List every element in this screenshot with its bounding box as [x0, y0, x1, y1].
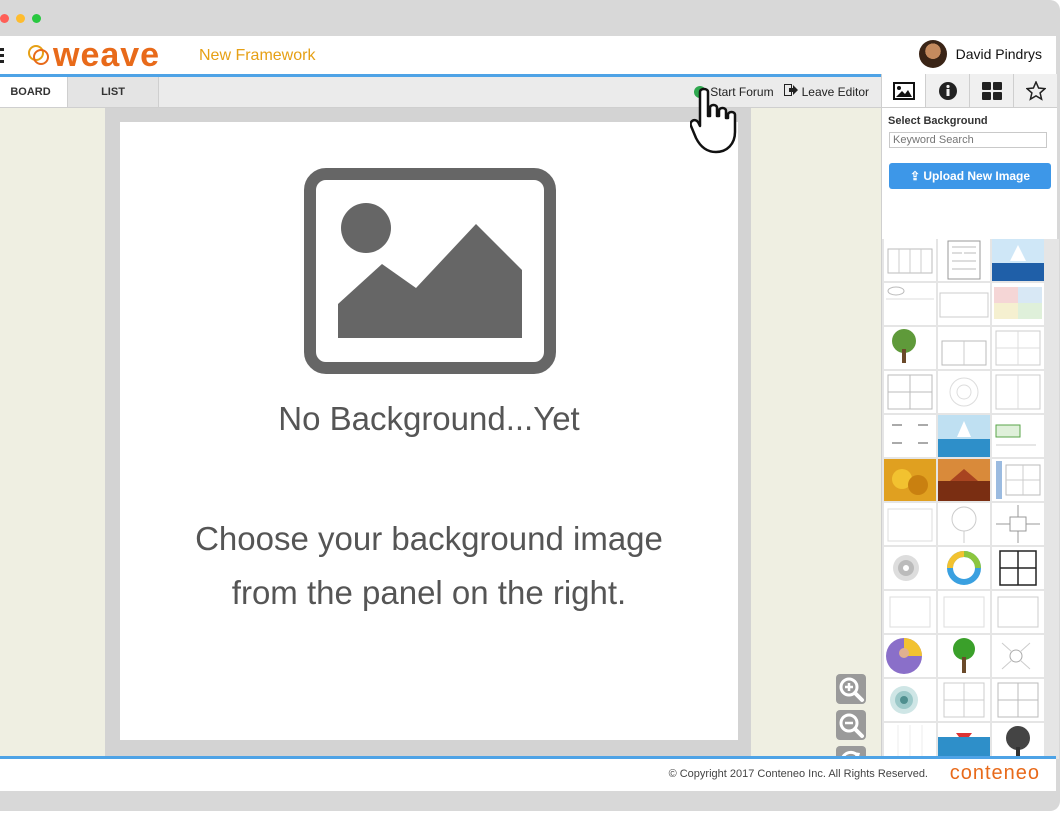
keyword-search-input[interactable] — [889, 132, 1047, 148]
image-icon[interactable] — [882, 74, 926, 107]
thumbnail[interactable] — [884, 371, 936, 413]
empty-state-message: Choose your background image from the pa… — [120, 512, 738, 620]
thumbnail[interactable] — [884, 547, 936, 589]
leave-editor-icon — [783, 84, 798, 99]
thumbnail[interactable] — [884, 679, 936, 721]
panel-tabs — [882, 74, 1057, 108]
thumbnail[interactable] — [938, 283, 990, 325]
empty-state-heading: No Background...Yet — [278, 400, 580, 437]
browser-window: weave New Framework David Pindrys BOARD … — [0, 0, 1060, 811]
menu-icon[interactable] — [0, 48, 4, 63]
thumbnail[interactable] — [938, 327, 990, 369]
leave-editor-button[interactable]: Leave Editor — [802, 85, 869, 99]
thumbnail[interactable] — [938, 239, 990, 281]
upload-icon: ⇪ — [909, 169, 921, 183]
thumbnail[interactable] — [884, 327, 936, 369]
thumbnail[interactable] — [992, 327, 1044, 369]
close-dot[interactable] — [0, 14, 9, 23]
thumbnail[interactable] — [992, 591, 1044, 633]
thumbnail[interactable] — [938, 591, 990, 633]
panel-title: Select Background — [888, 115, 988, 127]
logo-circles-icon — [28, 45, 49, 65]
thumbnail[interactable] — [938, 415, 990, 457]
thumbnail[interactable] — [992, 459, 1044, 501]
maximize-dot[interactable] — [32, 14, 41, 23]
thumbnail[interactable] — [884, 283, 936, 325]
thumbnail[interactable] — [884, 635, 936, 677]
thumbnail[interactable] — [938, 679, 990, 721]
thumbnail[interactable] — [992, 415, 1044, 457]
thumbnail[interactable] — [992, 547, 1044, 589]
thumbnail[interactable] — [884, 503, 936, 545]
thumbnail[interactable] — [938, 371, 990, 413]
thumbnail[interactable] — [992, 283, 1044, 325]
thumbnail[interactable] — [884, 459, 936, 501]
workspace: No Background...Yet Choose your backgrou… — [0, 108, 881, 776]
thumbnail[interactable] — [884, 239, 936, 281]
info-icon[interactable] — [926, 74, 970, 107]
user-name: David Pindrys — [955, 46, 1042, 62]
thumbnail[interactable] — [938, 459, 990, 501]
thumbnail[interactable] — [884, 591, 936, 633]
thumbnail[interactable] — [938, 503, 990, 545]
tab-list[interactable]: LIST — [67, 77, 159, 107]
background-panel: Select Background ⇪ Upload New Image — [881, 74, 1059, 759]
zoom-out-icon[interactable] — [836, 710, 866, 740]
conteneo-logo[interactable]: conteneo — [950, 762, 1040, 785]
thumbnail[interactable] — [992, 635, 1044, 677]
thumbnail[interactable] — [992, 723, 1044, 759]
upload-image-button[interactable]: ⇪ Upload New Image — [889, 163, 1051, 189]
thumbnail[interactable] — [938, 547, 990, 589]
framework-title[interactable]: New Framework — [199, 47, 315, 65]
header: weave New Framework David Pindrys — [0, 36, 1056, 77]
grid-icon[interactable] — [970, 74, 1014, 107]
canvas-frame: No Background...Yet Choose your backgrou… — [105, 108, 751, 756]
tab-board[interactable]: BOARD — [0, 77, 67, 107]
zoom-in-icon[interactable] — [836, 674, 866, 704]
copyright-text: © Copyright 2017 Conteneo Inc. All Right… — [668, 768, 928, 780]
thumbnail[interactable] — [938, 723, 990, 759]
thumbnail[interactable] — [884, 415, 936, 457]
app: weave New Framework David Pindrys BOARD … — [0, 36, 1059, 791]
footer: © Copyright 2017 Conteneo Inc. All Right… — [0, 756, 1056, 791]
background-thumbnails — [882, 239, 1059, 759]
thumbnail[interactable] — [992, 371, 1044, 413]
thumbnail[interactable] — [884, 723, 936, 759]
weave-logo[interactable]: weave — [27, 36, 160, 74]
upload-label: Upload New Image — [923, 169, 1031, 183]
user-menu[interactable]: David Pindrys — [918, 40, 1042, 68]
star-icon[interactable] — [1014, 74, 1057, 107]
image-placeholder-icon — [304, 168, 556, 374]
empty-state-line-1: Choose your background image — [195, 520, 663, 557]
pointer-hand-icon — [690, 87, 737, 154]
thumbnail[interactable] — [992, 503, 1044, 545]
avatar — [918, 40, 947, 68]
thumbnail[interactable] — [992, 679, 1044, 721]
empty-state-line-2: from the panel on the right. — [231, 574, 627, 611]
logo-text: weave — [53, 35, 161, 74]
thumbnail[interactable] — [938, 635, 990, 677]
thumbnail[interactable] — [992, 239, 1044, 281]
board-canvas[interactable]: No Background...Yet Choose your backgrou… — [120, 122, 738, 740]
minimize-dot[interactable] — [16, 14, 25, 23]
